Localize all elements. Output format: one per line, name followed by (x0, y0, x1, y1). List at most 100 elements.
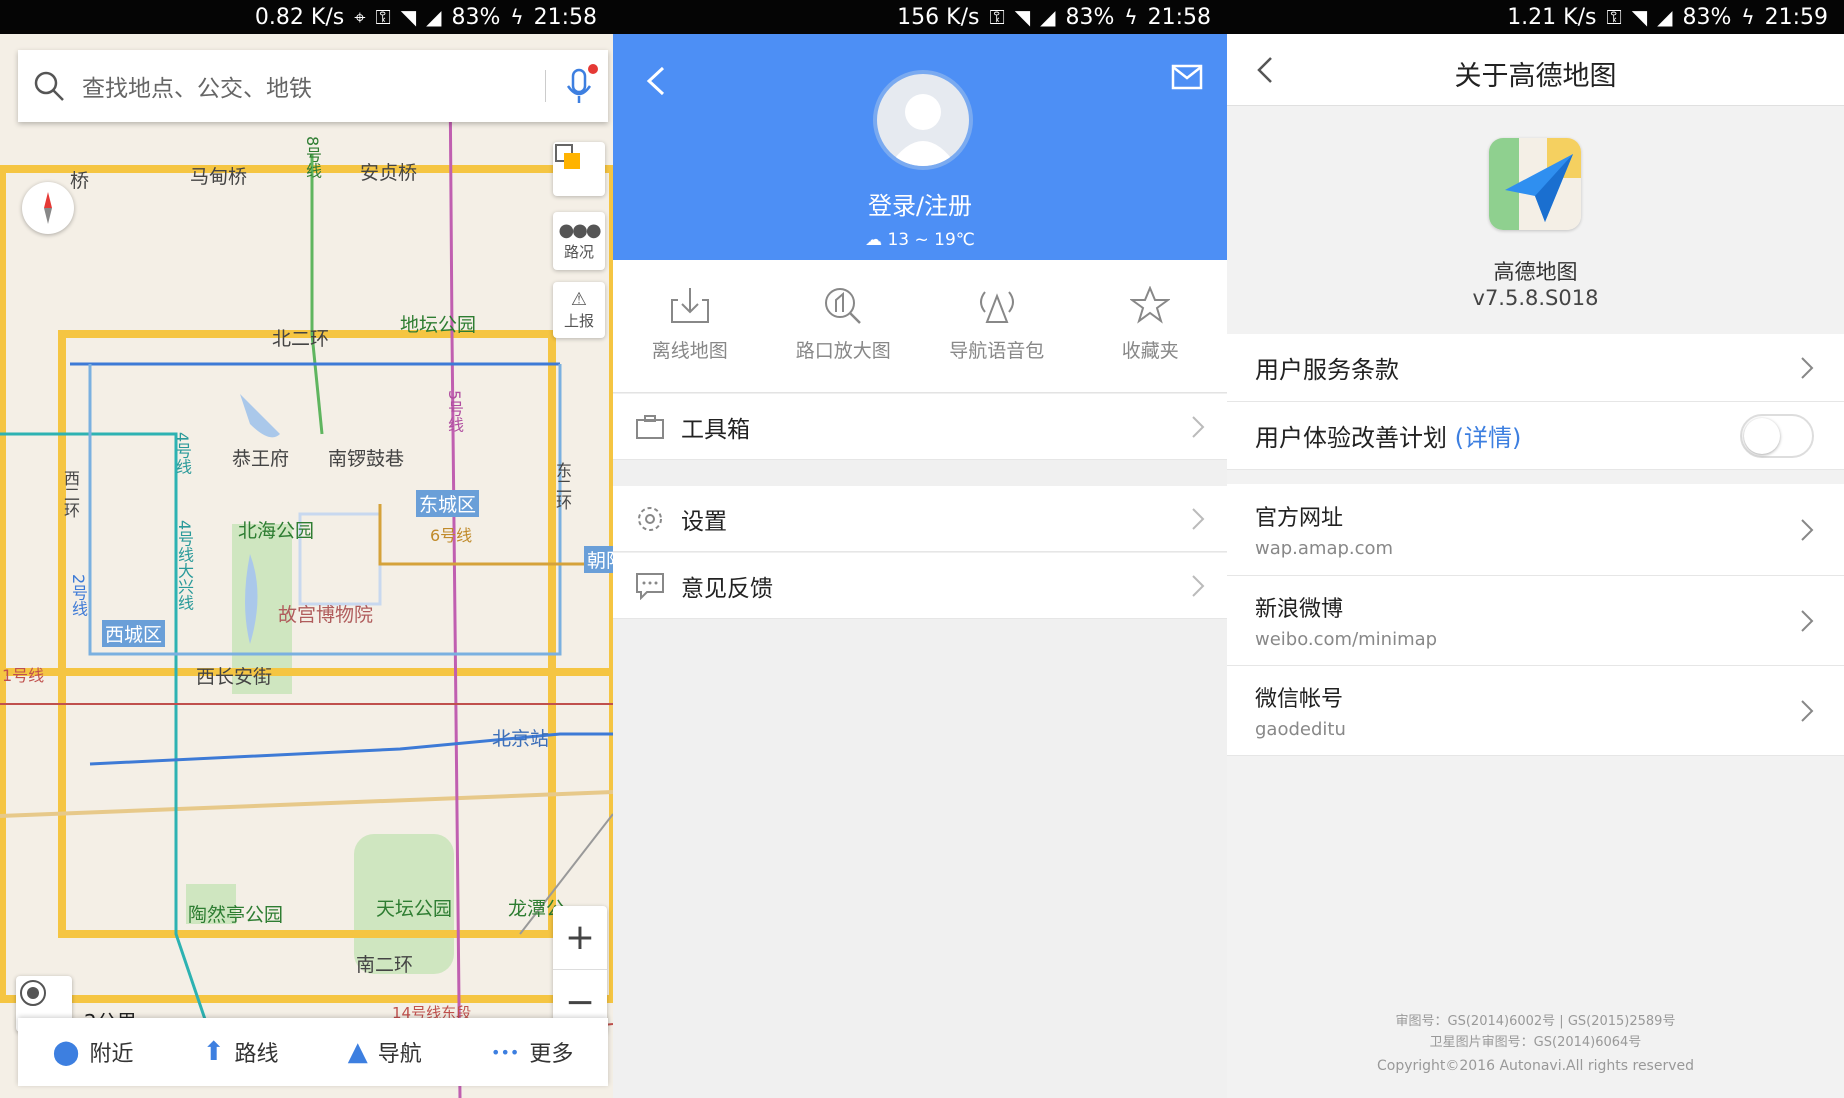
route-label: 路线 (234, 1042, 279, 1067)
toolbox-row[interactable]: 工具箱 (613, 394, 1227, 460)
chevron-right-icon (1192, 574, 1205, 597)
signal-icon: ◢ (1657, 5, 1673, 29)
voice-pack-label: 导航语音包 (949, 340, 1045, 362)
map-label-gongwangfu: 恭王府 (232, 448, 290, 470)
wechat-value: gaodeditu (1255, 719, 1346, 740)
map-label-line4: 4号线 (173, 432, 192, 475)
key-icon: ⚿ (1606, 5, 1622, 29)
route-button[interactable]: ⬆ 路线 (203, 1036, 279, 1068)
user-center-screen: 156 K/s ⚿ ◥ ◢ 83% ϟ 21:58 登录/注册 ☁ 13 ~ 1… (613, 0, 1227, 1098)
clock: 21:59 (1764, 4, 1828, 30)
toolbox-label: 工具箱 (681, 416, 750, 443)
toggle-knob (1744, 417, 1780, 454)
login-register-link[interactable]: 登录/注册 (613, 186, 1227, 221)
route-icon: ⬆ (202, 1037, 225, 1067)
more-dots-icon: ••• (491, 1042, 520, 1062)
avatar[interactable] (873, 70, 973, 170)
voice-pack-button[interactable]: 导航语音包 (922, 260, 1072, 392)
map-label-beihai: 北海公园 (238, 520, 315, 542)
offline-map-button[interactable]: 离线地图 (615, 260, 765, 392)
app-logo-icon (1489, 138, 1581, 230)
offline-map-label: 离线地图 (651, 340, 728, 362)
temperature-range: 13 ~ 19℃ (887, 230, 975, 250)
map-label-line4daxing: 4号线大兴线 (175, 520, 194, 611)
clock: 21:58 (1147, 4, 1211, 30)
layers-button[interactable] (553, 142, 605, 196)
mail-icon[interactable] (1171, 64, 1203, 90)
satellite-approval-number: 卫星图片审图号：GS(2014)6064号 (1429, 1035, 1642, 1050)
location-icon: ⌖ (354, 5, 366, 29)
ux-plan-row: 用户体验改善计划 (详情) (1227, 402, 1844, 470)
map-screen: 0.82 K/s ⌖ ⚿ ◥ ◢ 83% ϟ 21:58 马甸桥 安贞桥 桥 北… (0, 0, 613, 1098)
zoom-control: + − (553, 906, 607, 1034)
website-row[interactable]: 官方网址 wap.amap.com (1227, 484, 1844, 576)
nearby-button[interactable]: ⬤ 附近 (53, 1036, 134, 1068)
map-label-line1: 1号线 (2, 666, 45, 685)
app-name: 高德地图 (1493, 260, 1578, 284)
terms-row[interactable]: 用户服务条款 (1227, 334, 1844, 402)
key-icon: ⚿ (375, 5, 391, 29)
wechat-title: 微信帐号 (1255, 687, 1344, 712)
chevron-right-icon (1801, 356, 1814, 379)
chevron-right-icon (1801, 609, 1814, 632)
map-label-xichangan: 西长安街 (196, 666, 273, 688)
map-label-line5: 5号线 (445, 390, 464, 433)
voice-search-button[interactable] (564, 64, 598, 106)
feedback-label: 意见反馈 (681, 575, 773, 602)
ux-plan-details-link[interactable]: (详情) (1455, 424, 1522, 452)
map-label-xierhuan: 西二环 (61, 470, 80, 518)
favorites-button[interactable]: 收藏夹 (1075, 260, 1225, 392)
more-button[interactable]: ••• 更多 (491, 1036, 573, 1068)
network-speed: 0.82 K/s (254, 4, 345, 30)
traffic-button[interactable]: ●●● 路况 (553, 212, 605, 270)
favorites-label: 收藏夹 (1121, 340, 1179, 362)
map-label-line2: 2号线 (69, 574, 88, 617)
layers-icon (555, 144, 580, 169)
weibo-title: 新浪微博 (1255, 597, 1344, 622)
compass-button[interactable] (22, 182, 74, 234)
navigate-label: 导航 (377, 1042, 422, 1067)
search-bar[interactable]: 查找地点、公交、地铁 (18, 50, 608, 122)
weibo-row[interactable]: 新浪微博 weibo.com/minimap (1227, 576, 1844, 666)
network-speed: 156 K/s (897, 4, 980, 30)
map-label-nanluoguxiang: 南锣鼓巷 (328, 448, 405, 470)
ux-plan-toggle[interactable] (1740, 413, 1814, 458)
navigate-button[interactable]: ▲ 导航 (348, 1036, 422, 1068)
network-speed: 1.21 K/s (1507, 4, 1597, 30)
chevron-right-icon (1192, 507, 1205, 530)
chevron-right-icon (1192, 415, 1205, 438)
broadcast-icon (979, 291, 1014, 323)
wifi-icon: ◥ (1014, 5, 1031, 29)
back-icon[interactable] (645, 64, 667, 98)
weather-info: ☁ 13 ~ 19℃ (613, 230, 1227, 250)
app-info: 高德地图 v7.5.8.S018 (1227, 106, 1844, 334)
map-label-ditan: 地坛公园 (400, 314, 477, 336)
navigation-arrow-icon: ▲ (347, 1037, 368, 1067)
wifi-icon: ◥ (400, 5, 417, 29)
search-input[interactable]: 查找地点、公交、地铁 (82, 69, 545, 103)
map-label-xichengqu: 西城区 (102, 620, 166, 647)
report-label: 上报 (563, 312, 594, 330)
zoom-in-button[interactable]: + (553, 906, 607, 970)
map-label-beierhuan: 北二环 (272, 328, 330, 350)
map-canvas[interactable]: 马甸桥 安贞桥 桥 北二环 地坛公园 恭王府 南锣鼓巷 东城区 北海公园 西城区… (0, 34, 613, 1098)
feedback-row[interactable]: 意见反馈 (613, 553, 1227, 619)
junction-view-button[interactable]: 路口放大图 (768, 260, 918, 392)
gear-icon (638, 506, 662, 531)
wifi-icon: ◥ (1631, 5, 1648, 29)
signal-icon: ◢ (1040, 5, 1056, 29)
map-label-taoranting: 陶然亭公园 (188, 904, 284, 926)
chat-bubble-icon (636, 572, 664, 600)
locate-icon (20, 980, 46, 1006)
traffic-icon: ●●● (558, 220, 601, 241)
settings-row[interactable]: 设置 (613, 486, 1227, 552)
battery-level: 83% (1682, 4, 1732, 30)
map-label-line8: 8号线 (303, 136, 322, 179)
magnifier-junction-icon (825, 288, 862, 324)
status-bar: 0.82 K/s ⌖ ⚿ ◥ ◢ 83% ϟ 21:58 (0, 0, 613, 34)
battery-level: 83% (451, 4, 501, 30)
wechat-row[interactable]: 微信帐号 gaodeditu (1227, 666, 1844, 756)
report-button[interactable]: ⚠ 上报 (553, 282, 605, 338)
map-label-anzhenqiao: 安贞桥 (360, 162, 418, 184)
signal-icon: ◢ (426, 5, 442, 29)
